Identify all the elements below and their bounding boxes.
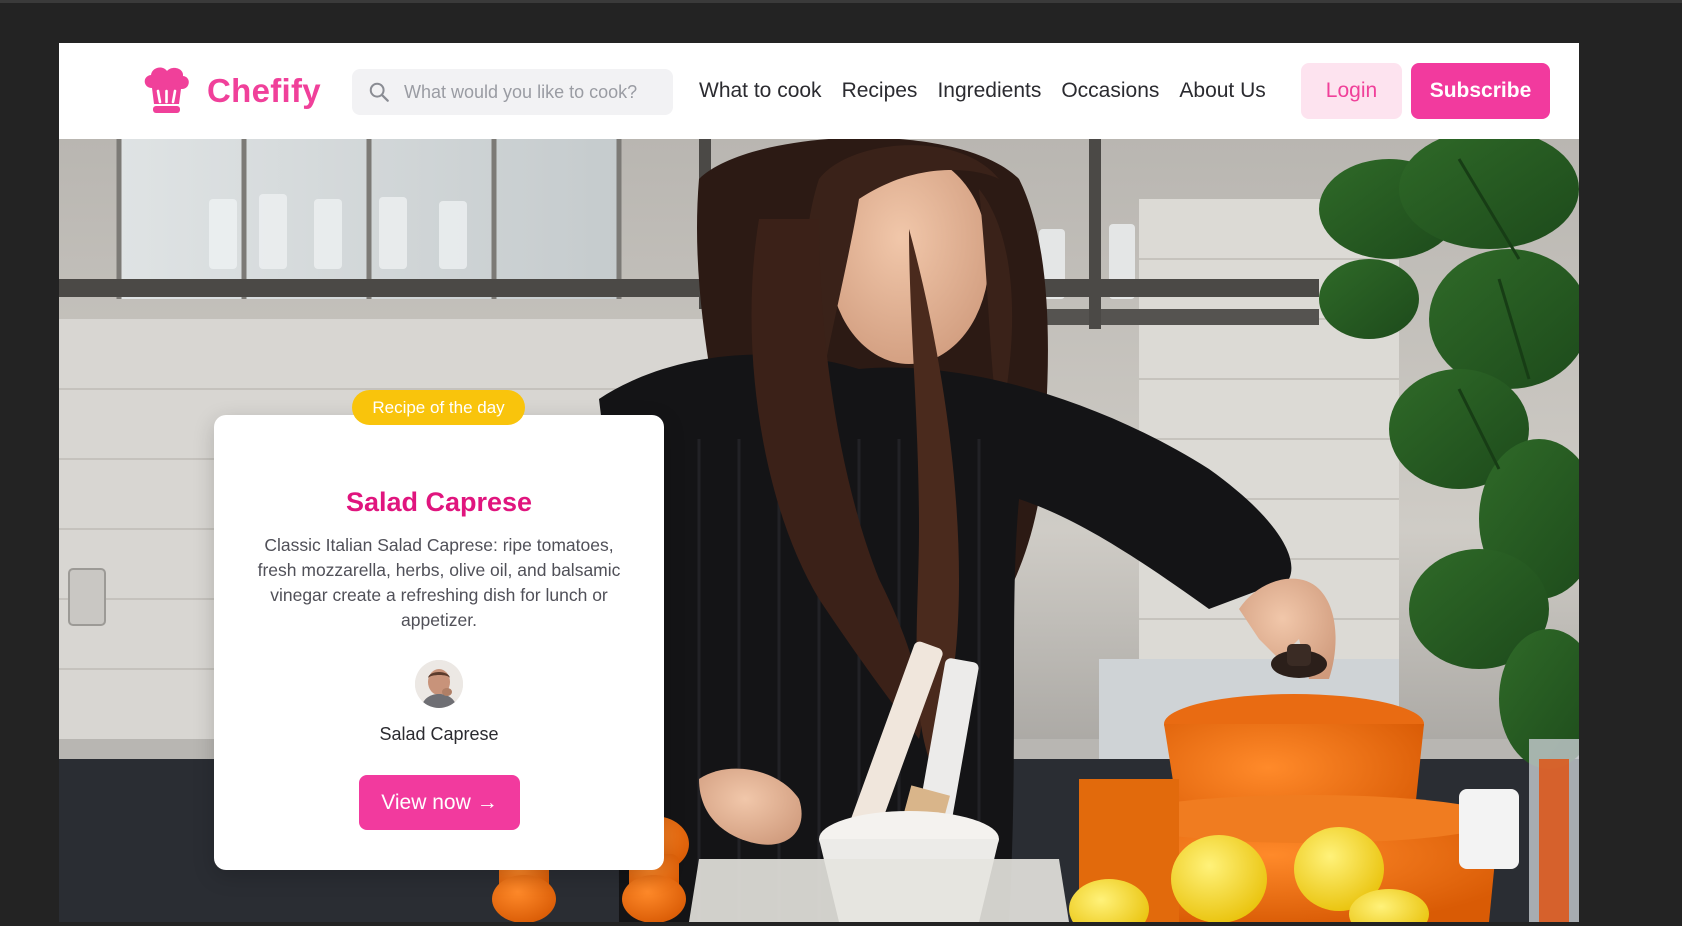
nav-item-recipes[interactable]: Recipes [842,79,918,103]
search-icon [369,82,389,102]
recipe-description: Classic Italian Salad Caprese: ripe toma… [257,535,621,630]
subscribe-button[interactable]: Subscribe [1411,63,1550,119]
nav-item-occasions[interactable]: Occasions [1061,79,1159,103]
nav-item-about-us[interactable]: About Us [1179,79,1265,103]
site-header: Chefify What to cook Recipes Ingredients… [59,43,1579,139]
author-name: Salad Caprese [379,724,499,744]
nav-item-what-to-cook[interactable]: What to cook [699,79,822,103]
chefify-page: Chefify What to cook Recipes Ingredients… [59,43,1579,922]
view-now-label: View now [381,790,471,814]
recipe-of-the-day-badge: Recipe of the day [352,390,525,425]
hero-section: Recipe of the day Salad Caprese Classic … [59,139,1579,922]
search-box[interactable] [352,69,673,115]
chef-hat-icon [144,67,189,113]
author-photo [415,660,463,708]
main-nav: What to cook Recipes Ingredients Occasio… [699,71,1266,111]
brand-name: Chefify [207,72,321,109]
recipe-title: Salad Caprese [345,487,533,517]
nav-item-ingredients[interactable]: Ingredients [937,79,1041,103]
author-avatar [415,660,463,708]
recipe-of-the-day-card: Recipe of the day Salad Caprese Classic … [214,390,664,870]
login-button[interactable]: Login [1301,63,1402,119]
view-now-button[interactable]: View now → [359,775,520,830]
brand-logo[interactable]: Chefify [139,63,321,119]
search-input[interactable] [402,80,652,104]
arrow-right-icon: → [476,790,498,814]
window-top-edge [0,0,1682,3]
